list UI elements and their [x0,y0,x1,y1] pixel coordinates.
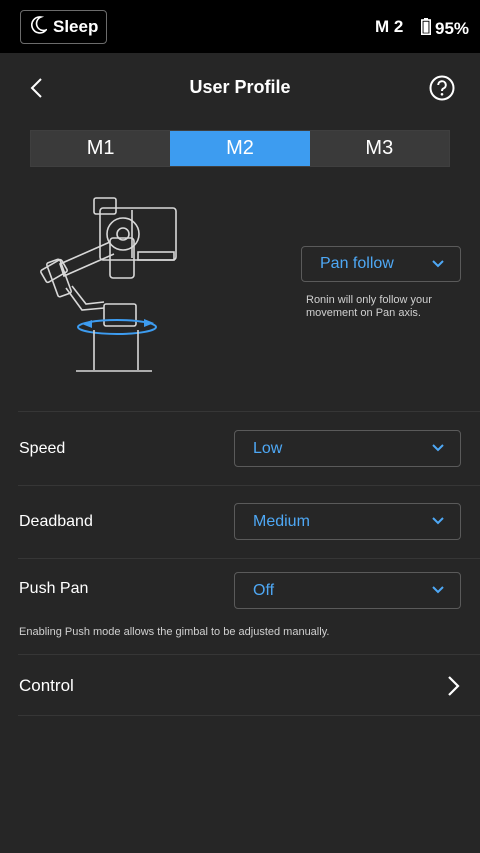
profile-tabs: M1 M2 M3 [30,130,450,167]
follow-mode-description: Ronin will only follow your movement on … [306,294,432,319]
tab-m2[interactable]: M2 [170,131,310,166]
status-bar: Sleep M 2 95% [0,0,480,53]
page-title: User Profile [189,77,291,97]
chevron-down-icon [432,517,444,525]
speed-label: Speed [19,440,66,457]
tab-m1[interactable]: M1 [31,131,170,166]
push-pan-label: Push Pan [19,580,89,597]
control-row[interactable]: Control [0,655,480,715]
help-button[interactable] [429,75,455,101]
speed-value: Low [253,439,283,457]
push-pan-value: Off [253,581,275,599]
control-label: Control [19,676,74,695]
sleep-button[interactable]: Sleep [20,10,107,44]
battery-status: 95% [421,18,469,40]
deadband-label: Deadband [19,513,93,530]
divider [18,411,480,412]
divider [18,558,480,559]
divider [18,485,480,486]
chevron-down-icon [432,260,444,268]
chevron-down-icon [432,444,444,452]
deadband-value: Medium [253,512,310,530]
header: User Profile [0,53,480,123]
gimbal-illustration [38,190,198,380]
sleep-label: Sleep [53,17,99,36]
battery-percent: 95% [435,19,470,38]
help-icon [429,75,455,101]
status-mode: M 2 [375,17,404,36]
push-pan-note: Enabling Push mode allows the gimbal to … [19,626,330,638]
divider [18,715,480,716]
push-pan-dropdown[interactable]: Off [234,572,461,609]
moon-icon [31,15,49,39]
speed-dropdown[interactable]: Low [234,430,461,467]
follow-mode-dropdown[interactable]: Pan follow [301,246,461,282]
tab-m3[interactable]: M3 [310,131,449,166]
chevron-right-icon [448,676,460,696]
follow-mode-value: Pan follow [320,255,394,272]
chevron-down-icon [432,586,444,594]
battery-icon [421,18,431,40]
deadband-dropdown[interactable]: Medium [234,503,461,540]
